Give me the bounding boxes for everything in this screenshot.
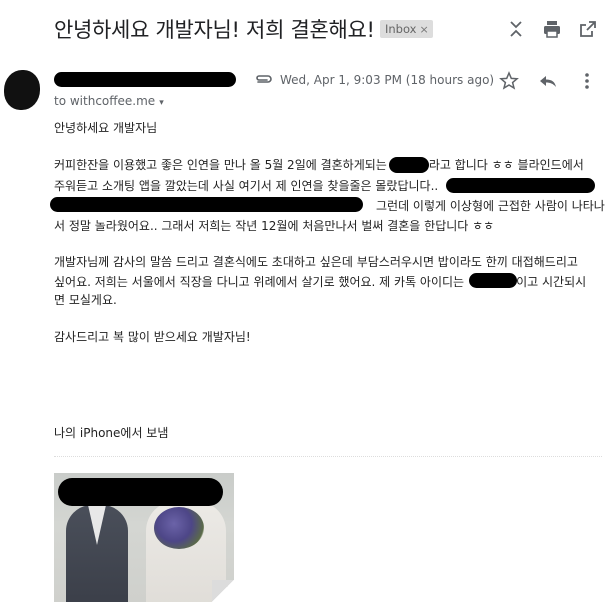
email-date: Wed, Apr 1, 9:03 PM (18 hours ago) xyxy=(280,73,495,87)
photo-corner-fold xyxy=(212,580,234,602)
text-redacted xyxy=(50,197,363,212)
kakao-id-redacted xyxy=(469,273,517,288)
show-details-caret-icon[interactable]: ▾ xyxy=(159,98,164,108)
photo-bouquet xyxy=(154,507,204,549)
body-line-part: 라고 합니다 ㅎㅎ 블라인드에서 xyxy=(428,158,584,172)
body-line-part: 이고 시간되시 xyxy=(516,275,587,289)
email-signature: 나의 iPhone에서 보냄 xyxy=(54,426,169,440)
inbox-label-badge[interactable]: Inbox × xyxy=(380,20,433,38)
sender-avatar xyxy=(4,70,40,110)
body-greeting: 안녕하세요 개발자님 xyxy=(54,121,158,135)
subject-row: 안녕하세요 개발자님! 저희 결혼해요! Inbox × xyxy=(0,0,610,58)
more-vertical-icon[interactable] xyxy=(576,70,598,92)
recipient-line[interactable]: to withcoffee.me ▾ xyxy=(54,94,164,108)
body-line-part: 커피한잔을 이용했고 좋은 인연을 만나 올 5월 2일에 결혼하게되는 xyxy=(54,158,387,172)
body-line: 개발자님께 감사의 말씀 드리고 결혼식에도 초대하고 싶은데 부담스러우시면 … xyxy=(54,255,578,269)
body-line: 그런데 이렇게 이상형에 근접한 사람이 나타나 xyxy=(376,199,605,213)
divider xyxy=(54,456,602,457)
photo-redacted xyxy=(58,478,223,506)
body-line: 서 정말 놀라웠어요.. 그래서 저희는 작년 12월에 처음만나서 벌써 결혼… xyxy=(54,219,495,233)
email-subject: 안녕하세요 개발자님! 저희 결혼해요! xyxy=(54,18,375,42)
print-icon[interactable] xyxy=(541,18,563,40)
body-closing: 감사드리고 복 많이 받으세요 개발자님! xyxy=(54,330,251,344)
attachment-icon xyxy=(254,72,274,86)
body-line-part: 싶어요. 저희는 서울에서 직장을 다니고 위례에서 살기로 했어요. 제 카톡… xyxy=(54,275,465,289)
reply-icon[interactable] xyxy=(537,70,559,92)
label-text: Inbox xyxy=(385,22,417,36)
body-line: 면 모실게요. xyxy=(54,293,117,307)
sender-name-redacted xyxy=(54,72,236,87)
remove-label-icon[interactable]: × xyxy=(419,23,428,36)
recipient-text: to withcoffee.me xyxy=(54,94,156,108)
body-line: 주워듣고 소개팅 앱을 깔았는데 사실 여기서 제 인연을 찾을줄은 몰랐답니다… xyxy=(54,179,439,193)
open-new-window-icon[interactable] xyxy=(577,18,599,40)
text-redacted xyxy=(446,178,595,193)
body-line: 커피한잔을 이용했고 좋은 인연을 만나 올 5월 2일에 결혼하게되는 라고 합… xyxy=(54,155,584,175)
name-redacted xyxy=(389,157,429,173)
collapse-expand-icon[interactable] xyxy=(505,18,527,40)
star-icon[interactable] xyxy=(498,70,520,92)
